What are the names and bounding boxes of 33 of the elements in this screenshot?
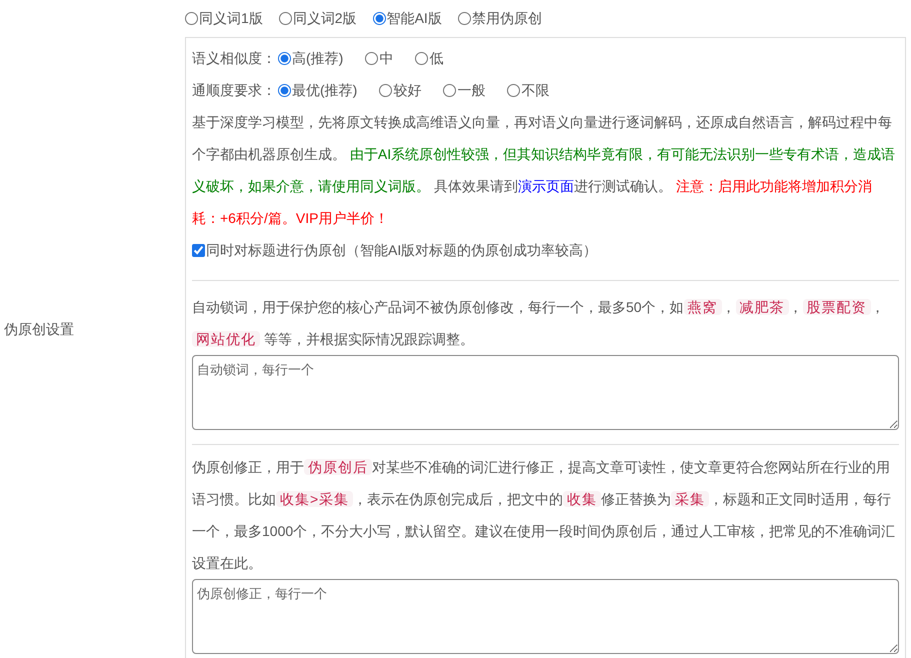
radio-label: 同义词1版 [199,9,263,28]
ai-description: 基于深度学习模型，先将原文转换成高维语义向量，再对语义向量进行逐词解码，还原成自然语言，解码过程中每个字都由机器原创生成。 由于AI系统原创性较强，但其知识结构毕竟有限，有可能无法识别一些专有术语，造成语义破坏，如果介意，请使用同义词版。 具体效果请到演示页面进行测试确认。 注意：启用此功能将增加积分消耗：+6积分/篇。VIP用户半价！ [192,113,896,228]
radio-button[interactable] [443,84,456,96]
radio-label: 同义词2版 [292,9,357,28]
radio-button[interactable] [507,84,520,96]
radio-button[interactable] [379,84,392,96]
option-label: 通顺度要求： [192,80,276,100]
radio-label: 智能AI版 [386,9,442,28]
radio-label: 高(推荐) [292,48,344,68]
lock-words-description: 自动锁词，用于保护您的核心产品词不被伪原创修改，每行一个，最多50个，如 燕窝 ， 减肥茶 ， 股票配资 ， 网站优化 等等，并根据实际情况跟踪调整。 [192,298,886,349]
title-checkbox[interactable] [192,244,205,256]
radio-button[interactable] [185,12,198,25]
radio-button[interactable] [278,12,292,25]
radio-label: 一般 [457,80,486,100]
radio-label: 最优(推荐) [292,80,358,100]
radio-label: 较好 [393,80,422,100]
demo-page-link[interactable]: 演示页面 [518,178,574,194]
option-label: 语义相似度： [192,48,276,68]
radio-label: 低 [429,48,444,68]
radio-label: 中 [379,48,394,68]
lock-words-field[interactable]: 自动锁词，每行一个 [192,355,899,430]
checkbox-label: 同时对标题进行伪原创（智能AI版对标题的伪原创成功率较高） [206,240,598,260]
radio-button[interactable] [372,12,386,25]
radio-label: 禁用伪原创 [472,9,542,28]
corrections-field[interactable]: 伪原创修正，每行一个 [192,579,899,654]
radio-button[interactable] [278,52,291,64]
radio-button[interactable] [278,84,291,96]
radio-label: 不限 [521,80,550,100]
radio-button[interactable] [415,52,428,64]
section-label: 伪原创设置 [3,320,74,338]
corrections-description: 伪原创修正，用于 伪原创后 对某些不准确的词汇进行修正，提高文章可读性，使文章更符合您网站所在行业的用语习惯。比如 收集>采集 ，表示在伪原创完成后，把文中的 收集 修正替换为 采集 ，标题和正文同时适用，每行一个，最多1000个，不分大小写，默认留空。建议在使用一段时间伪原创后，通过人工审核，把常见的不准确词汇设置在此。 [192,458,896,573]
radio-button[interactable] [365,52,378,64]
radio-button[interactable] [458,12,471,25]
